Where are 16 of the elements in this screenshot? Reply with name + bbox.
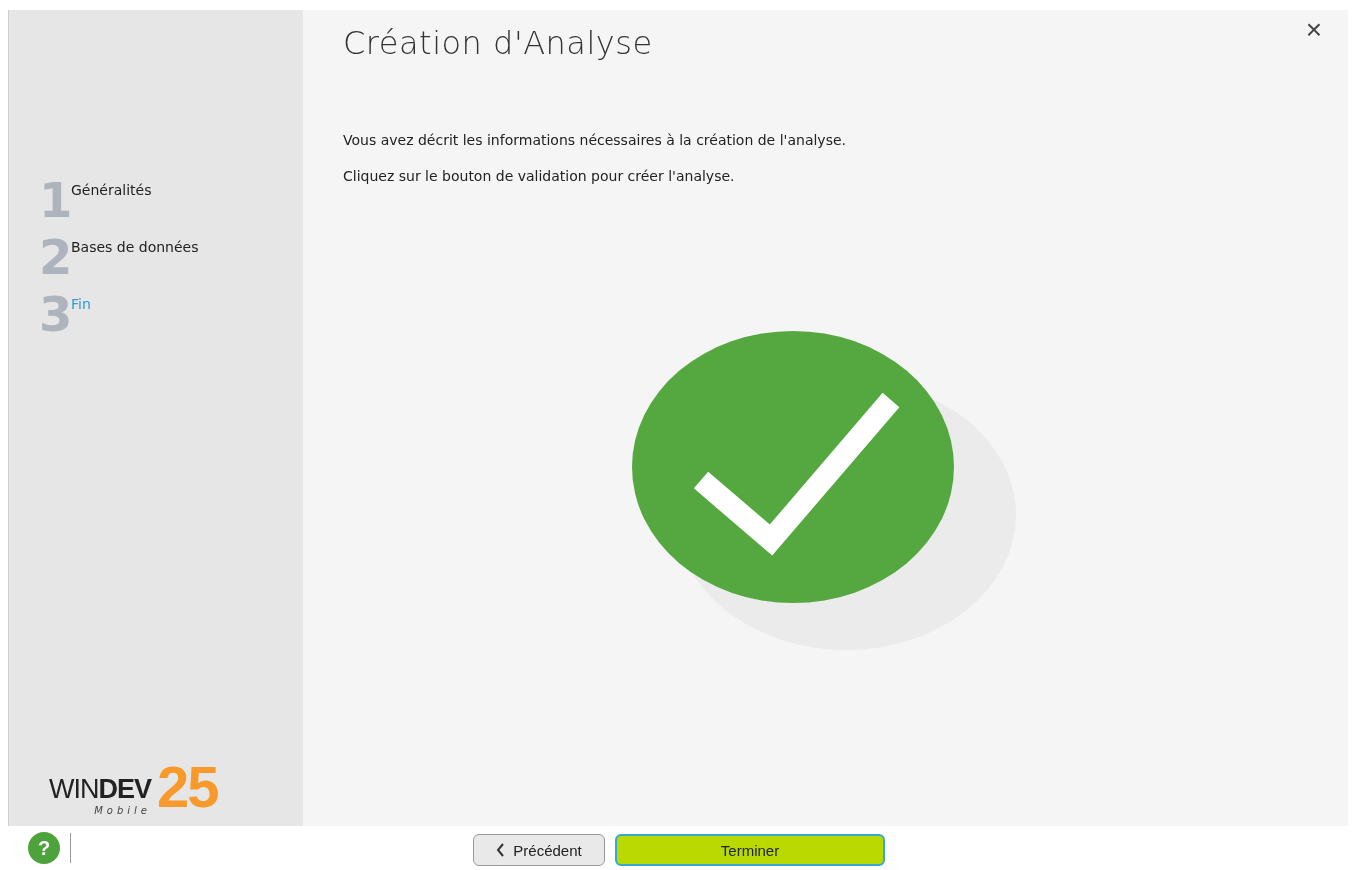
wizard-title: Création d'Analyse — [343, 24, 653, 62]
step-label: Fin — [71, 295, 91, 312]
back-button[interactable]: Précédent — [473, 834, 605, 866]
instruction-text: Vous avez décrit les informations nécessaires à la création de l'analyse. — [343, 132, 847, 148]
chevron-left-icon — [496, 843, 506, 857]
logo-wordmark: WINDEV — [49, 774, 151, 805]
step-number: 2 — [39, 235, 71, 279]
step-number: 1 — [39, 178, 71, 222]
close-button[interactable]: × — [1301, 16, 1326, 44]
step-number: 3 — [39, 292, 71, 336]
logo-version: 25 — [157, 758, 219, 816]
finish-button[interactable]: Terminer — [615, 834, 885, 866]
logo-edition: Mobile — [94, 805, 151, 816]
step-label: Généralités — [71, 181, 152, 198]
instruction-text: Cliquez sur le bouton de validation pour créer l'analyse. — [343, 168, 736, 184]
step-label: Bases de données — [71, 238, 199, 255]
